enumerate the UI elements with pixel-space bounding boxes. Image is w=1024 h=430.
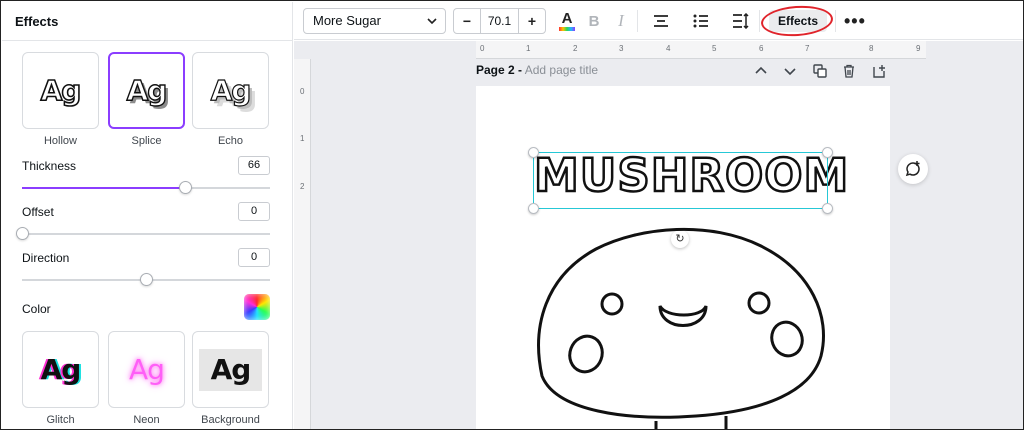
ruler-number: 2 [573, 44, 578, 53]
mushroom-drawing[interactable] [476, 86, 890, 430]
style-glitch-label: Glitch [46, 414, 75, 426]
style-neon-card[interactable]: Ag [108, 331, 185, 408]
echo-preview: Ag [210, 73, 252, 107]
style-background-label: Background [201, 414, 260, 426]
ruler-number: 6 [759, 44, 764, 53]
font-family-select[interactable]: More Sugar [303, 8, 446, 34]
offset-slider-thumb[interactable] [16, 227, 29, 240]
style-background-card[interactable]: Ag [192, 331, 269, 408]
text-color-bar [559, 26, 575, 31]
neon-preview: Ag [129, 353, 165, 386]
add-page-icon[interactable] [872, 64, 886, 78]
ruler-number: 1 [526, 44, 531, 53]
thickness-label: Thickness [22, 159, 77, 173]
offset-input[interactable]: 0 [238, 202, 270, 221]
panel-title: Effects [15, 14, 59, 29]
ruler-number: 8 [869, 44, 874, 53]
ruler-number: 4 [666, 44, 671, 53]
increase-font-size-button[interactable]: + [519, 9, 545, 33]
left-ruler: 0 1 2 [294, 59, 311, 429]
font-family-value: More Sugar [313, 13, 381, 28]
font-size-input[interactable]: 70.1 [480, 9, 519, 33]
direction-label: Direction [22, 251, 70, 265]
list-button[interactable] [690, 11, 712, 31]
style-splice-card[interactable]: Ag [108, 52, 185, 129]
decrease-font-size-button[interactable]: − [454, 9, 480, 33]
direction-input[interactable]: 0 [238, 248, 270, 267]
glitch-preview: Ag [40, 353, 82, 386]
ruler-number: 7 [805, 44, 810, 53]
style-echo-card[interactable]: Ag [192, 52, 269, 129]
chevron-down-icon[interactable] [783, 64, 797, 78]
panel-divider [2, 40, 293, 41]
style-echo-label: Echo [217, 135, 244, 147]
direction-slider[interactable] [22, 273, 270, 286]
more-options-icon[interactable]: ••• [844, 10, 866, 32]
color-label: Color [22, 302, 51, 316]
splice-preview: Ag [126, 73, 168, 107]
duplicate-page-icon[interactable] [813, 64, 827, 78]
text-color-button[interactable]: A [556, 11, 578, 31]
style-splice-label: Splice [131, 135, 162, 147]
ruler-number: 5 [712, 44, 717, 53]
offset-slider[interactable] [16, 227, 270, 240]
background-preview: Ag [210, 353, 252, 386]
thickness-slider[interactable] [22, 181, 270, 194]
style-hollow-card[interactable]: Ag [22, 52, 99, 129]
offset-label: Offset [22, 205, 54, 219]
ruler-number: 0 [480, 44, 485, 53]
bold-icon: B [588, 12, 600, 30]
ruler-number: 1 [300, 134, 305, 143]
canvas-workspace: 0 1 2 3 4 5 6 7 8 9 0 1 2 Page 2 - Add p… [294, 41, 1023, 430]
hollow-preview: Ag [40, 73, 82, 108]
font-size-control: − 70.1 + [453, 8, 546, 34]
style-hollow-label: Hollow [43, 135, 77, 147]
chevron-up-icon[interactable] [754, 64, 768, 78]
color-picker-swatch[interactable] [244, 294, 270, 320]
ruler-number: 2 [300, 182, 305, 191]
line-spacing-icon [733, 13, 749, 29]
thickness-input[interactable]: 66 [238, 156, 270, 175]
design-page[interactable]: MUSHROOM ↻ [476, 86, 890, 430]
bold-button[interactable]: B [583, 11, 605, 31]
annotation-circle [760, 3, 834, 39]
ruler-number: 0 [300, 87, 305, 96]
align-center-icon [654, 15, 668, 27]
style-glitch-card[interactable]: Ag [22, 331, 99, 408]
style-neon-label: Neon [133, 414, 160, 426]
thickness-slider-fill [22, 187, 185, 189]
delete-page-icon[interactable] [842, 64, 856, 78]
app-window: Effects Ag Hollow Ag Splice Ag Echo Thic… [0, 0, 1024, 430]
effects-panel: Effects Ag Hollow Ag Splice Ag Echo Thic… [2, 2, 293, 429]
page-title-placeholder[interactable]: Add page title [525, 63, 598, 77]
toolbar-separator [835, 10, 836, 32]
thickness-slider-thumb[interactable] [179, 181, 192, 194]
background-preview-box: Ag [199, 348, 262, 391]
toolbar-separator [637, 10, 638, 32]
page-title-row[interactable]: Page 2 - Add page title [476, 63, 598, 77]
toolbar-separator [759, 10, 760, 32]
ruler-number: 3 [619, 44, 624, 53]
text-color-icon: A [561, 9, 573, 27]
bullet-list-icon [693, 14, 708, 28]
align-center-button[interactable] [650, 11, 672, 31]
chevron-down-icon [426, 9, 438, 42]
direction-slider-thumb[interactable] [140, 273, 153, 286]
text-toolbar: More Sugar − 70.1 + A B I Effects ••• [294, 2, 1023, 40]
spacing-button[interactable] [730, 11, 752, 31]
ruler-number: 9 [916, 44, 921, 53]
page-label: Page 2 - [476, 63, 523, 77]
italic-button[interactable]: I [610, 11, 632, 31]
comment-plus-icon [905, 161, 920, 177]
italic-icon: I [618, 11, 624, 30]
add-comment-button[interactable] [898, 154, 928, 184]
top-ruler: 0 1 2 3 4 5 6 7 8 9 [476, 41, 926, 59]
